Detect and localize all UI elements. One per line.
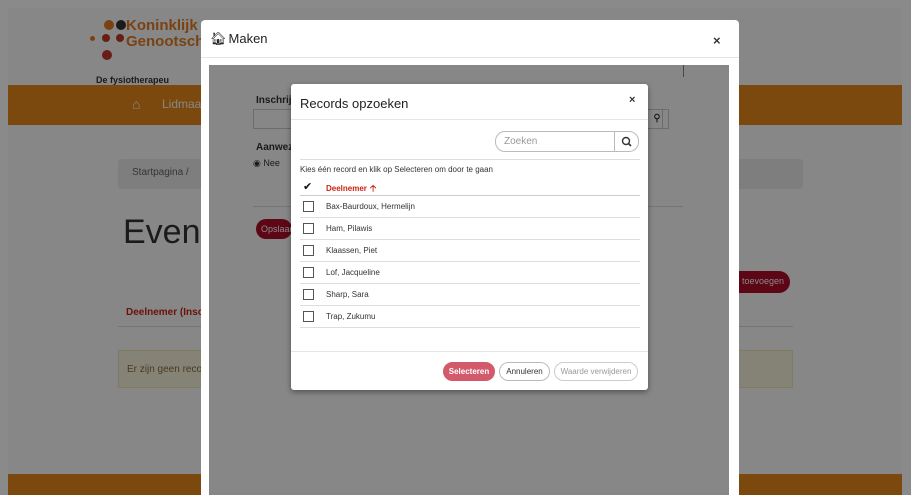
check-icon: ✔: [303, 181, 313, 193]
search-input[interactable]: [495, 131, 615, 152]
row-checkbox[interactable]: [303, 223, 314, 234]
row-checkbox[interactable]: [303, 201, 314, 212]
lookup-close-button[interactable]: ×: [629, 94, 635, 106]
record-name: Lof, Jacqueline: [326, 268, 380, 277]
maken-modal-header: 🏠︎ Maken ×: [201, 20, 739, 58]
row-checkbox[interactable]: [303, 245, 314, 256]
records-list: Bax-Baurdoux, Hermelijn Ham, Pilawis Kla…: [300, 196, 640, 328]
records-lookup-modal: Records opzoeken × Kies één record en kl…: [291, 84, 648, 390]
record-name: Trap, Zukumu: [326, 312, 376, 321]
column-header-deelnemer[interactable]: Deelnemer 🡡: [326, 181, 376, 197]
table-row[interactable]: Trap, Zukumu: [300, 306, 640, 328]
table-row[interactable]: Sharp, Sara: [300, 284, 640, 306]
row-checkbox[interactable]: [303, 311, 314, 322]
lookup-instruction: Kies één record en klik op Selecteren om…: [300, 165, 494, 174]
record-name: Sharp, Sara: [326, 290, 369, 299]
maken-close-button[interactable]: ×: [713, 33, 721, 48]
clear-value-button[interactable]: Waarde verwijderen: [554, 362, 638, 381]
record-name: Ham, Pilawis: [326, 224, 373, 233]
table-row[interactable]: Ham, Pilawis: [300, 218, 640, 240]
search-button[interactable]: [614, 131, 639, 152]
row-checkbox[interactable]: [303, 289, 314, 300]
divider: [291, 351, 648, 352]
select-button[interactable]: Selecteren: [443, 362, 495, 381]
divider: [300, 159, 640, 160]
table-row[interactable]: Klaassen, Piet: [300, 240, 640, 262]
search-icon: [621, 136, 632, 147]
sort-up-icon: 🡡: [369, 183, 377, 193]
cancel-button[interactable]: Annuleren: [499, 362, 550, 381]
house-icon: 🏠︎: [210, 31, 227, 46]
maken-modal-title: 🏠︎ Maken: [210, 31, 268, 46]
row-checkbox[interactable]: [303, 267, 314, 278]
record-name: Bax-Baurdoux, Hermelijn: [326, 202, 415, 211]
lookup-header: Records opzoeken ×: [291, 84, 648, 120]
table-row[interactable]: Lof, Jacqueline: [300, 262, 640, 284]
record-name: Klaassen, Piet: [326, 246, 378, 255]
table-row[interactable]: Bax-Baurdoux, Hermelijn: [300, 196, 640, 218]
lookup-title: Records opzoeken: [300, 96, 409, 111]
table-header: ✔ Deelnemer 🡡: [300, 177, 640, 196]
search-group: [495, 131, 639, 152]
